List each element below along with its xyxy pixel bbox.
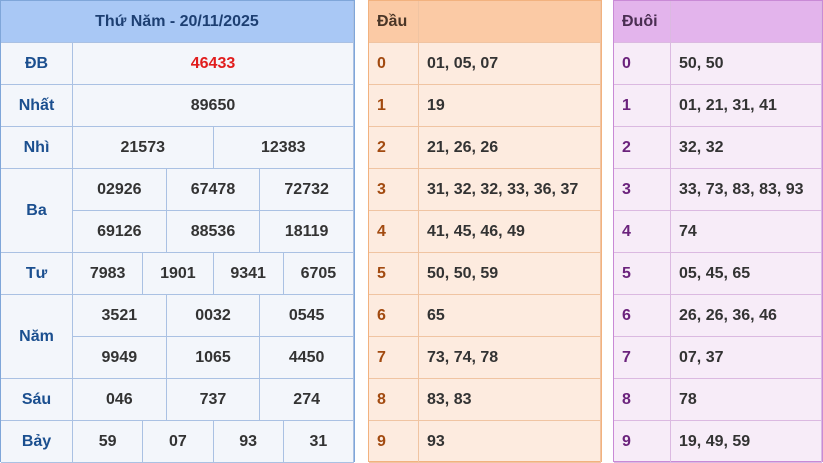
prize-number: 9949 — [73, 337, 167, 379]
duoi-digit: 5 — [614, 253, 671, 295]
dau-digit: 0 — [369, 43, 419, 85]
duoi-values: 26, 26, 36, 46 — [671, 295, 822, 337]
prize-number: 274 — [260, 379, 354, 421]
duoi-values: 01, 21, 31, 41 — [671, 85, 822, 127]
prize-number: 4450 — [260, 337, 354, 379]
duoi-table: Đuôi 0 50, 50 1 01, 21, 31, 41 2 32, 32 3 33, 73… — [613, 0, 823, 463]
prize-number: 21573 — [73, 127, 214, 169]
duoi-digit: 8 — [614, 379, 671, 421]
duoi-values: 33, 73, 83, 83, 93 — [671, 169, 822, 211]
prize-number: 737 — [166, 379, 261, 421]
duoi-digit: 4 — [614, 211, 671, 253]
prize-label: ĐB — [1, 43, 73, 85]
dau-digit: 3 — [369, 169, 419, 211]
prize-label: Bảy — [1, 421, 73, 463]
prize-label: Nhất — [1, 85, 73, 127]
duoi-digit: 3 — [614, 169, 671, 211]
dau-digit: 7 — [369, 337, 419, 379]
duoi-values: 32, 32 — [671, 127, 822, 169]
results-title: Thứ Năm - 20/11/2025 — [1, 1, 354, 43]
special-prize-number: 46433 — [73, 43, 354, 85]
prize-number: 89650 — [73, 85, 354, 127]
dau-values: 50, 50, 59 — [419, 253, 601, 295]
dau-digit: 6 — [369, 295, 419, 337]
prize-number: 18119 — [260, 211, 354, 253]
prize-number: 3521 — [73, 295, 167, 337]
prize-number: 59 — [73, 421, 144, 463]
dau-values: 65 — [419, 295, 601, 337]
duoi-values: 19, 49, 59 — [671, 421, 822, 463]
prize-label: Sáu — [1, 379, 73, 421]
dau-values: 31, 32, 32, 33, 36, 37 — [419, 169, 601, 211]
prize-label: Năm — [1, 295, 73, 379]
prize-number: 1065 — [166, 337, 261, 379]
duoi-values: 74 — [671, 211, 822, 253]
prize-number: 7983 — [73, 253, 144, 295]
dau-values: 01, 05, 07 — [419, 43, 601, 85]
dau-values: 83, 83 — [419, 379, 601, 421]
duoi-digit: 9 — [614, 421, 671, 463]
prize-number: 6705 — [283, 253, 354, 295]
prize-number: 12383 — [213, 127, 354, 169]
duoi-header-blank — [671, 1, 822, 43]
duoi-values: 78 — [671, 379, 822, 421]
prize-number: 93 — [213, 421, 284, 463]
prize-number: 88536 — [166, 211, 261, 253]
dau-values: 21, 26, 26 — [419, 127, 601, 169]
prize-number: 69126 — [73, 211, 167, 253]
prize-label: Ba — [1, 169, 73, 253]
prize-number: 02926 — [73, 169, 167, 211]
prize-number: 31 — [283, 421, 354, 463]
duoi-values: 05, 45, 65 — [671, 253, 822, 295]
dau-digit: 4 — [369, 211, 419, 253]
duoi-digit: 6 — [614, 295, 671, 337]
dau-table: Đầu 0 01, 05, 07 1 19 2 21, 26, 26 3 31, 32, 32,… — [368, 0, 602, 463]
prize-label: Tư — [1, 253, 73, 295]
dau-values: 19 — [419, 85, 601, 127]
duoi-digit: 0 — [614, 43, 671, 85]
dau-header-blank — [419, 1, 601, 43]
duoi-digit: 2 — [614, 127, 671, 169]
prize-number: 67478 — [166, 169, 261, 211]
dau-header: Đầu — [369, 1, 419, 43]
dau-digit: 1 — [369, 85, 419, 127]
lottery-results-table: Thứ Năm - 20/11/2025 ĐB 46433 Nhất 89650 Nhì 2… — [0, 0, 355, 463]
dau-digit: 8 — [369, 379, 419, 421]
duoi-digit: 7 — [614, 337, 671, 379]
prize-number: 1901 — [143, 253, 214, 295]
prize-label: Nhì — [1, 127, 73, 169]
prize-number: 72732 — [260, 169, 354, 211]
duoi-header: Đuôi — [614, 1, 671, 43]
prize-number: 046 — [73, 379, 167, 421]
duoi-values: 50, 50 — [671, 43, 822, 85]
dau-digit: 5 — [369, 253, 419, 295]
dau-digit: 9 — [369, 421, 419, 463]
duoi-digit: 1 — [614, 85, 671, 127]
duoi-values: 07, 37 — [671, 337, 822, 379]
dau-values: 93 — [419, 421, 601, 463]
dau-digit: 2 — [369, 127, 419, 169]
prize-number: 0032 — [166, 295, 261, 337]
prize-number: 07 — [143, 421, 214, 463]
dau-values: 41, 45, 46, 49 — [419, 211, 601, 253]
prize-number: 9341 — [213, 253, 284, 295]
prize-number: 0545 — [260, 295, 354, 337]
dau-values: 73, 74, 78 — [419, 337, 601, 379]
